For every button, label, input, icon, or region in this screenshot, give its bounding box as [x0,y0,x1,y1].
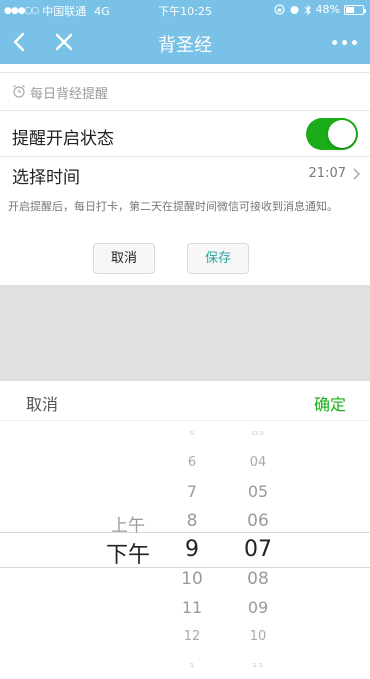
reminder-toggle[interactable] [306,118,358,150]
battery-icon [344,4,366,15]
minute-option[interactable]: 04 [250,455,267,470]
hour-option-selected[interactable]: 9 [185,537,199,562]
cancel-button[interactable]: 取消 [93,243,155,274]
time-picker-sheet: 取消 确定 上午 下午 5 6 7 8 9 10 11 12 1 03 04 05 06 07 08 09 10… [0,381,370,679]
hour-option[interactable]: 5 [189,431,195,437]
hour-option[interactable]: 7 [187,482,197,501]
chevron-right-icon [353,168,361,180]
alarm-status-icon [290,6,299,14]
status-right: 48% [273,3,366,16]
picker-confirm-button[interactable]: 确定 [314,391,346,415]
reminder-note: 开启提醒后，每日打卡，第二天在提醒时间微信可接收到消息通知。 [8,200,338,213]
lock-rotation-icon [273,4,285,15]
minute-option[interactable]: 09 [248,598,268,617]
hour-option[interactable]: 11 [182,598,202,617]
selected-time-value: 21:07 [308,166,346,181]
select-time-row[interactable]: 选择时间 21:07 [0,156,370,192]
toggle-knob [328,120,356,148]
minute-option-selected[interactable]: 07 [244,537,272,562]
page-title: 背圣经 [158,35,212,56]
save-button[interactable]: 保存 [187,243,249,274]
status-bar: ●●●○○ 中国联通 4G 下午10:25 48% [0,0,370,20]
minute-option[interactable]: 06 [247,511,269,531]
minute-option[interactable]: 11 [252,663,265,669]
alarm-clock-icon [13,85,25,98]
picker-toolbar: 取消 确定 [0,381,370,421]
modal-overlay[interactable] [0,285,370,381]
bluetooth-icon [304,4,311,15]
battery-fill [346,6,354,13]
more-menu-icon[interactable]: ••• [330,36,360,52]
reminder-section-header: 每日背经提醒 [0,72,370,110]
navigation-bar: 背圣经 ••• [0,20,370,64]
ampm-option[interactable]: 上午 [111,511,145,536]
reminder-enable-label: 提醒开启状态 [12,129,114,149]
minute-option[interactable]: 10 [250,629,267,644]
hour-option[interactable]: 12 [184,629,201,644]
hour-option[interactable]: 1 [189,663,195,669]
reminder-enable-row: 提醒开启状态 [0,110,370,156]
reminder-section-title: 每日背经提醒 [30,87,109,102]
minute-option[interactable]: 08 [247,569,269,589]
minute-option[interactable]: 03 [252,431,265,437]
hour-option[interactable]: 10 [181,569,203,589]
select-time-label: 选择时间 [12,168,80,188]
picker-cancel-button[interactable]: 取消 [26,391,58,415]
minute-option[interactable]: 05 [248,482,268,501]
battery-percent: 48% [315,3,340,16]
hour-option[interactable]: 8 [187,511,198,531]
hour-option[interactable]: 6 [188,455,196,470]
ampm-option-selected[interactable]: 下午 [106,537,150,569]
